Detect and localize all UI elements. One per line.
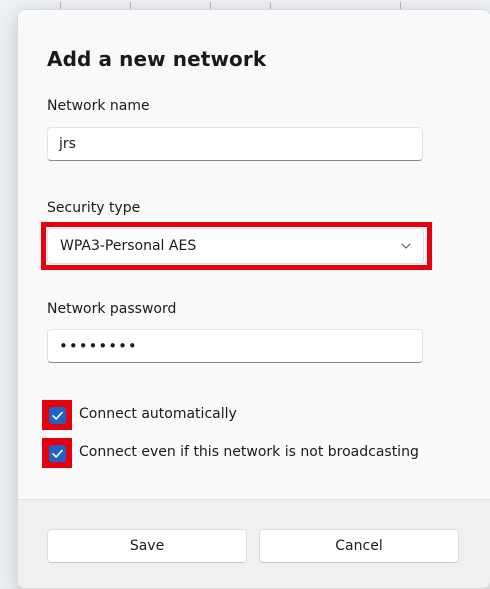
connect-automatically-label: Connect automatically [79, 406, 237, 422]
network-name-input[interactable]: jrs [47, 127, 423, 161]
dialog-title: Add a new network [47, 47, 267, 71]
checkmark-icon [52, 411, 63, 420]
connect-automatically-checkbox[interactable] [49, 407, 66, 424]
add-network-dialog: Add a new network Network name jrs Secur… [17, 9, 490, 589]
connect-not-broadcasting-label: Connect even if this network is not broa… [79, 444, 419, 460]
security-type-label: Security type [47, 200, 141, 216]
security-type-dropdown[interactable]: WPA3-Personal AES [47, 228, 424, 264]
dialog-content: Add a new network Network name jrs Secur… [18, 10, 490, 499]
network-password-label: Network password [47, 301, 177, 317]
save-button[interactable]: Save [47, 529, 247, 563]
network-password-input[interactable]: •••••••• [47, 329, 423, 363]
cancel-button[interactable]: Cancel [259, 529, 459, 563]
connect-not-broadcasting-checkbox[interactable] [49, 445, 66, 462]
checkmark-icon [52, 449, 63, 458]
chevron-down-icon [401, 243, 411, 249]
dialog-footer: Save Cancel [18, 499, 490, 588]
security-type-value: WPA3-Personal AES [60, 238, 197, 254]
network-name-label: Network name [47, 98, 150, 114]
